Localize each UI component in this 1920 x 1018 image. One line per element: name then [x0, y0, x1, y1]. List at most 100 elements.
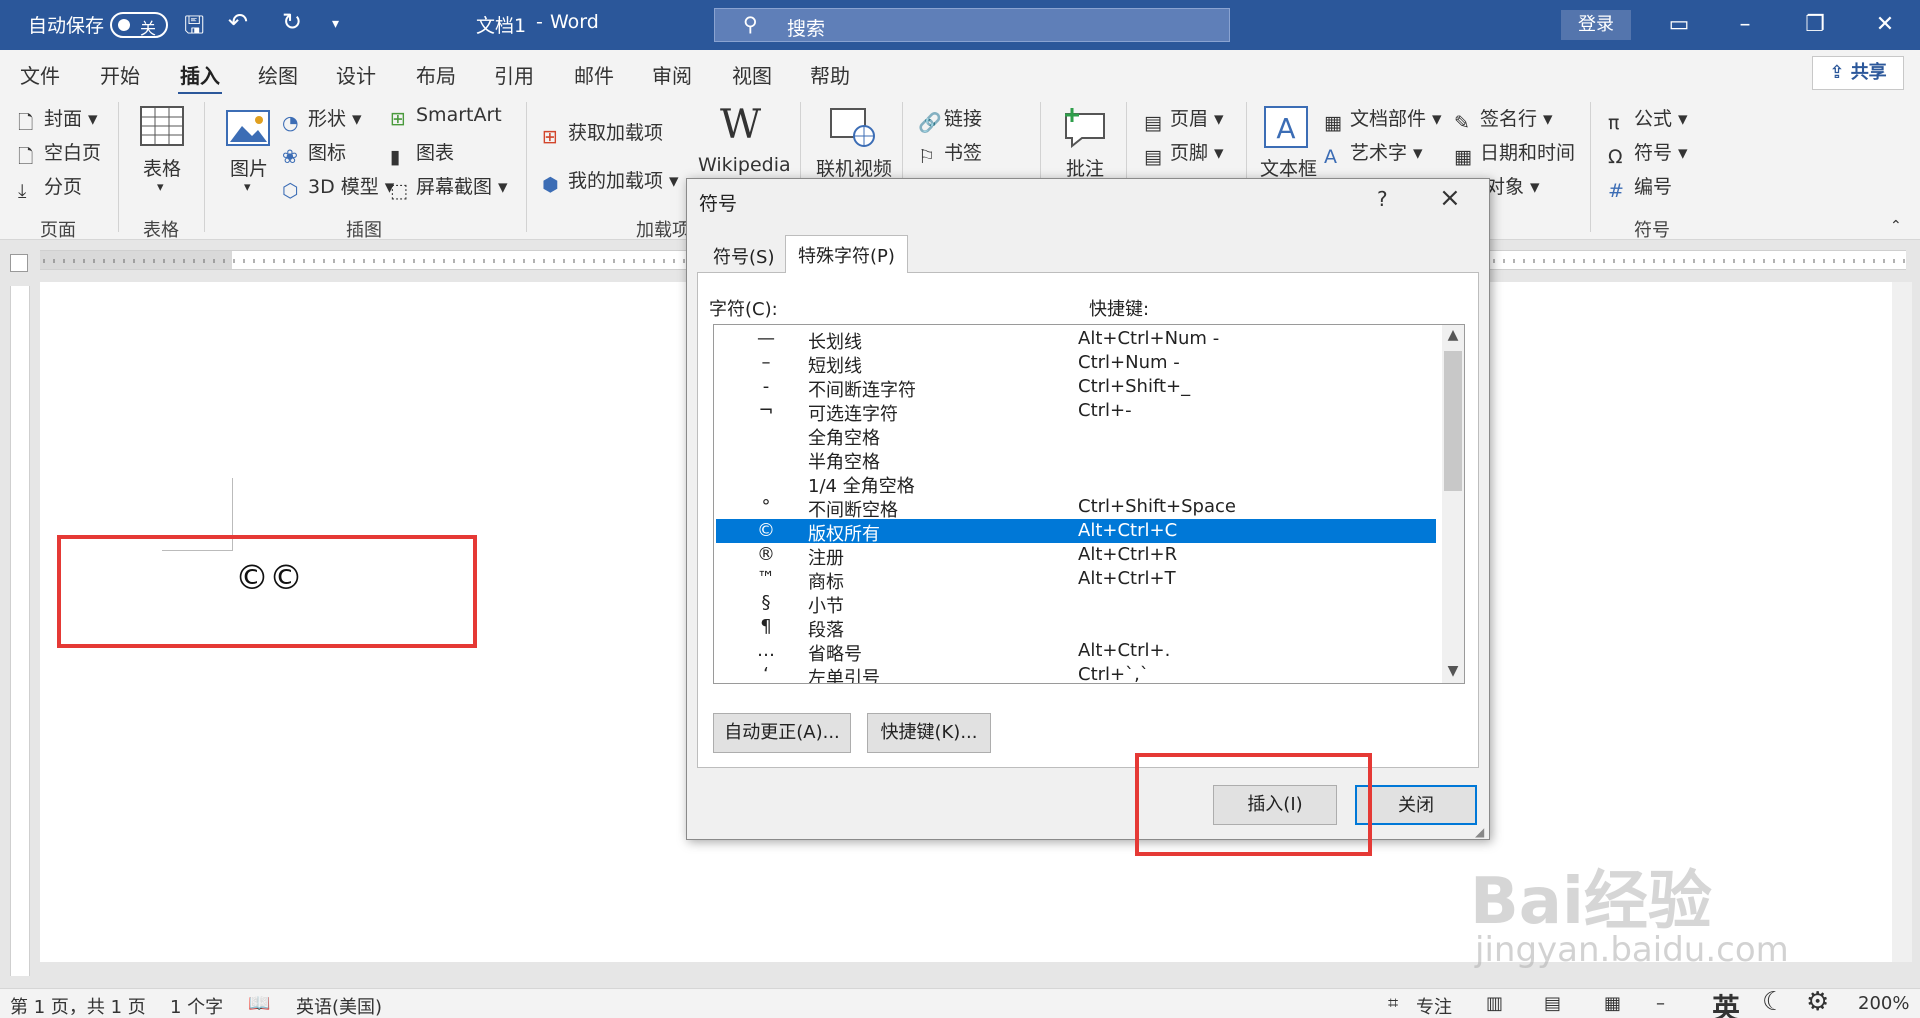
- special-character-list[interactable]: — 长划线 Alt+Ctrl+Num - – 短划线 Ctrl+Num - - 不间断连字符 C…: [713, 324, 1465, 684]
- screenshot-button[interactable]: ⬚ 屏幕截图 ▾: [390, 172, 508, 202]
- icons-button[interactable]: ❀ 图标: [282, 138, 346, 168]
- symbol-button[interactable]: Ω 符号 ▾: [1608, 138, 1688, 168]
- list-item[interactable]: - 不间断连字符 Ctrl+Shift+_: [716, 375, 1436, 401]
- focus-icon[interactable]: ⌗: [1388, 993, 1398, 1014]
- smartart-button[interactable]: ⊞ SmartArt: [390, 104, 502, 130]
- table-button[interactable]: 表格: [143, 154, 181, 181]
- list-item[interactable]: ™ 商标 Alt+Ctrl+T: [716, 567, 1436, 593]
- wordart-button[interactable]: A 艺术字 ▾: [1324, 138, 1423, 168]
- quick-parts-button[interactable]: ▦ 文档部件 ▾: [1324, 104, 1442, 134]
- scroll-up-icon[interactable]: ▲: [1444, 327, 1462, 343]
- tab-draw[interactable]: 绘图: [258, 60, 298, 89]
- list-item[interactable]: – 短划线 Ctrl+Num -: [716, 351, 1436, 377]
- moon-icon[interactable]: ☾: [1762, 987, 1785, 1017]
- scroll-thumb[interactable]: [1444, 351, 1462, 491]
- search-box[interactable]: ⚲ 搜索: [714, 8, 1230, 42]
- list-item[interactable]: ¬ 可选连字符 Ctrl+-: [716, 399, 1436, 425]
- ime-mode[interactable]: 英: [1712, 987, 1740, 1018]
- share-button[interactable]: ⇪ 共享: [1812, 56, 1904, 90]
- tab-view[interactable]: 视图: [732, 60, 772, 89]
- print-layout-icon[interactable]: ▤: [1544, 993, 1561, 1014]
- vertical-ruler[interactable]: [10, 286, 30, 976]
- scroll-down-icon[interactable]: ▼: [1444, 663, 1462, 679]
- login-button[interactable]: 登录: [1561, 10, 1631, 40]
- header-button[interactable]: ▤ 页眉 ▾: [1144, 104, 1224, 134]
- bookmark-button[interactable]: ⚐ 书签: [918, 138, 982, 168]
- tab-insert[interactable]: 插入: [178, 60, 222, 95]
- zoom-level[interactable]: 200%: [1858, 993, 1909, 1014]
- close-icon[interactable]: ✕: [1862, 8, 1908, 42]
- footer-button[interactable]: ▤ 页脚 ▾: [1144, 138, 1224, 168]
- list-item[interactable]: ‘ 左单引号 Ctrl+`,`: [716, 663, 1436, 683]
- textbox-button[interactable]: 文本框: [1260, 154, 1317, 181]
- tab-symbols[interactable]: 符号(S): [701, 237, 786, 273]
- 3d-model-button[interactable]: ⬡ 3D 模型 ▾: [282, 172, 394, 202]
- tab-layout[interactable]: 布局: [416, 60, 456, 89]
- list-item[interactable]: — 长划线 Alt+Ctrl+Num -: [716, 327, 1436, 353]
- save-icon[interactable]: 🖫: [184, 8, 204, 49]
- close-button[interactable]: 关闭: [1355, 785, 1477, 825]
- cover-page-button[interactable]: 🗋 封面 ▾: [18, 104, 98, 134]
- signature-line-button[interactable]: ✎ 签名行 ▾: [1454, 104, 1553, 134]
- equation-button[interactable]: π 公式 ▾: [1608, 104, 1688, 134]
- list-scrollbar[interactable]: ▲ ▼: [1442, 325, 1464, 683]
- list-item[interactable]: ¶ 段落: [716, 615, 1436, 641]
- tab-home[interactable]: 开始: [100, 60, 140, 89]
- link-button[interactable]: 🔗 链接: [918, 104, 982, 134]
- gear-icon[interactable]: ⚙: [1806, 987, 1829, 1017]
- zoom-out-icon[interactable]: –: [1656, 993, 1665, 1014]
- get-addins-button[interactable]: ⊞ 获取加载项: [542, 118, 663, 148]
- shapes-button[interactable]: ◔ 形状 ▾: [282, 104, 362, 134]
- redo-icon[interactable]: ↻: [282, 8, 302, 36]
- proofing-icon[interactable]: 📖: [248, 993, 270, 1014]
- read-mode-icon[interactable]: ▥: [1486, 993, 1503, 1014]
- object-button[interactable]: 对象 ▾: [1486, 172, 1540, 199]
- tab-mailings[interactable]: 邮件: [574, 60, 614, 89]
- my-addins-button[interactable]: ⬢ 我的加载项 ▾: [542, 166, 679, 196]
- collapse-ribbon-icon[interactable]: ⌃: [1890, 218, 1902, 234]
- wikipedia-button[interactable]: Wikipedia: [698, 154, 791, 176]
- chart-button[interactable]: ▮ 图表: [390, 138, 454, 168]
- language[interactable]: 英语(美国): [296, 993, 382, 1018]
- tab-review[interactable]: 审阅: [652, 60, 692, 89]
- shortcut-key-button[interactable]: 快捷键(K)...: [867, 713, 991, 753]
- ribbon-display-icon[interactable]: ▭: [1656, 8, 1702, 42]
- list-item[interactable]: 全角空格: [716, 423, 1436, 449]
- list-item[interactable]: 1/4 全角空格: [716, 471, 1436, 497]
- customize-qat-icon[interactable]: ▾: [332, 16, 339, 32]
- page-count[interactable]: 第 1 页，共 1 页: [10, 993, 146, 1018]
- resize-grip-icon[interactable]: ◢: [1475, 825, 1484, 839]
- online-video-button[interactable]: 联机视频: [816, 154, 892, 181]
- number-button[interactable]: # 编号: [1608, 172, 1672, 202]
- autosave-toggle[interactable]: 关: [110, 12, 168, 38]
- list-item[interactable]: ® 注册 Alt+Ctrl+R: [716, 543, 1436, 569]
- undo-icon[interactable]: ↶: [228, 8, 248, 36]
- picture-button[interactable]: 图片: [230, 154, 268, 181]
- help-button[interactable]: ?: [1377, 187, 1388, 211]
- table-dropdown-icon[interactable]: ▾: [157, 180, 164, 195]
- comment-button[interactable]: 批注: [1066, 154, 1104, 181]
- focus-label[interactable]: 专注: [1416, 993, 1452, 1018]
- list-item[interactable]: § 小节: [716, 591, 1436, 617]
- page-break-button[interactable]: ⤓ 分页: [18, 172, 82, 202]
- tab-design[interactable]: 设计: [336, 60, 376, 89]
- list-item[interactable]: … 省略号 Alt+Ctrl+.: [716, 639, 1436, 665]
- document-scrollbar[interactable]: [1892, 282, 1912, 962]
- dialog-close-icon[interactable]: ×: [1439, 183, 1461, 213]
- list-item[interactable]: © 版权所有 Alt+Ctrl+C: [716, 519, 1436, 545]
- web-layout-icon[interactable]: ▦: [1604, 993, 1621, 1014]
- tab-special-characters[interactable]: 特殊字符(P): [785, 235, 908, 273]
- tab-file[interactable]: 文件: [20, 60, 60, 89]
- autocorrect-button[interactable]: 自动更正(A)...: [713, 713, 851, 753]
- word-count[interactable]: 1 个字: [170, 993, 223, 1018]
- blank-page-button[interactable]: 🗋 空白页: [18, 138, 101, 168]
- picture-dropdown-icon[interactable]: ▾: [244, 180, 251, 195]
- tab-help[interactable]: 帮助: [810, 60, 850, 89]
- restore-icon[interactable]: ❐: [1792, 8, 1838, 42]
- tab-references[interactable]: 引用: [494, 60, 534, 89]
- list-item[interactable]: 半角空格: [716, 447, 1436, 473]
- list-item[interactable]: ° 不间断空格 Ctrl+Shift+Space: [716, 495, 1436, 521]
- minimize-icon[interactable]: –: [1722, 8, 1768, 42]
- tab-selector-icon[interactable]: [10, 254, 28, 272]
- date-time-button[interactable]: ▦ 日期和时间: [1454, 138, 1575, 168]
